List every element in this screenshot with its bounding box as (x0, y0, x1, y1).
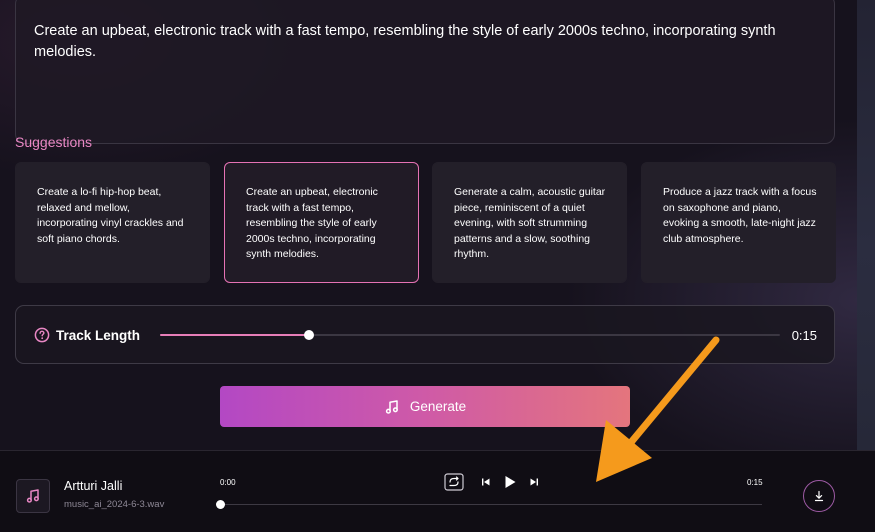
suggestion-text: Produce a jazz track with a focus on sax… (663, 186, 817, 245)
suggestions-heading: Suggestions (15, 134, 93, 150)
question-circle-icon[interactable] (34, 327, 50, 343)
generate-label: Generate (409, 399, 467, 414)
music-note-icon (385, 399, 398, 414)
suggestion-card[interactable]: Produce a jazz track with a focus on sax… (641, 162, 836, 283)
prompt-text: Create an upbeat, electronic track with … (34, 23, 776, 60)
app-root: Create an upbeat, electronic track with … (0, 0, 875, 532)
slider-thumb[interactable] (303, 330, 314, 340)
play-icon[interactable] (503, 475, 517, 489)
suggestion-card-selected[interactable]: Create an upbeat, electronic track with … (224, 162, 419, 283)
suggestion-text: Create a lo-fi hip-hop beat, relaxed and… (37, 186, 184, 245)
suggestion-text: Create an upbeat, electronic track with … (246, 186, 378, 261)
current-time: 0:00 (220, 478, 236, 487)
suggestion-text: Generate a calm, acoustic guitar piece, … (454, 186, 606, 261)
track-length-panel: Track Length 0:15 (15, 305, 835, 364)
skip-back-icon[interactable] (481, 477, 491, 487)
skip-forward-icon[interactable] (529, 477, 539, 487)
prompt-textarea[interactable]: Create an upbeat, electronic track with … (15, 0, 835, 144)
right-edge-panel (857, 0, 875, 450)
total-time: 0:15 (747, 478, 763, 487)
download-icon (814, 490, 824, 502)
loop-icon[interactable] (444, 473, 464, 491)
audio-player: Artturi Jalli music_ai_2024-6-3.wav 0:00… (0, 450, 875, 532)
track-length-slider[interactable] (160, 330, 780, 340)
playback-progress-bar[interactable] (216, 500, 762, 509)
slider-fill (160, 334, 309, 336)
artist-name: Artturi Jalli (64, 479, 123, 493)
suggestion-card[interactable]: Create a lo-fi hip-hop beat, relaxed and… (15, 162, 210, 283)
progress-thumb[interactable] (216, 500, 225, 509)
file-name: music_ai_2024-6-3.wav (64, 499, 165, 510)
generate-button[interactable]: Generate (220, 386, 630, 427)
track-length-label: Track Length (56, 328, 141, 343)
track-length-value: 0:15 (791, 328, 817, 343)
suggestion-card[interactable]: Generate a calm, acoustic guitar piece, … (432, 162, 627, 283)
download-button[interactable] (803, 480, 835, 512)
music-note-icon (26, 489, 39, 503)
track-artwork (16, 479, 50, 513)
